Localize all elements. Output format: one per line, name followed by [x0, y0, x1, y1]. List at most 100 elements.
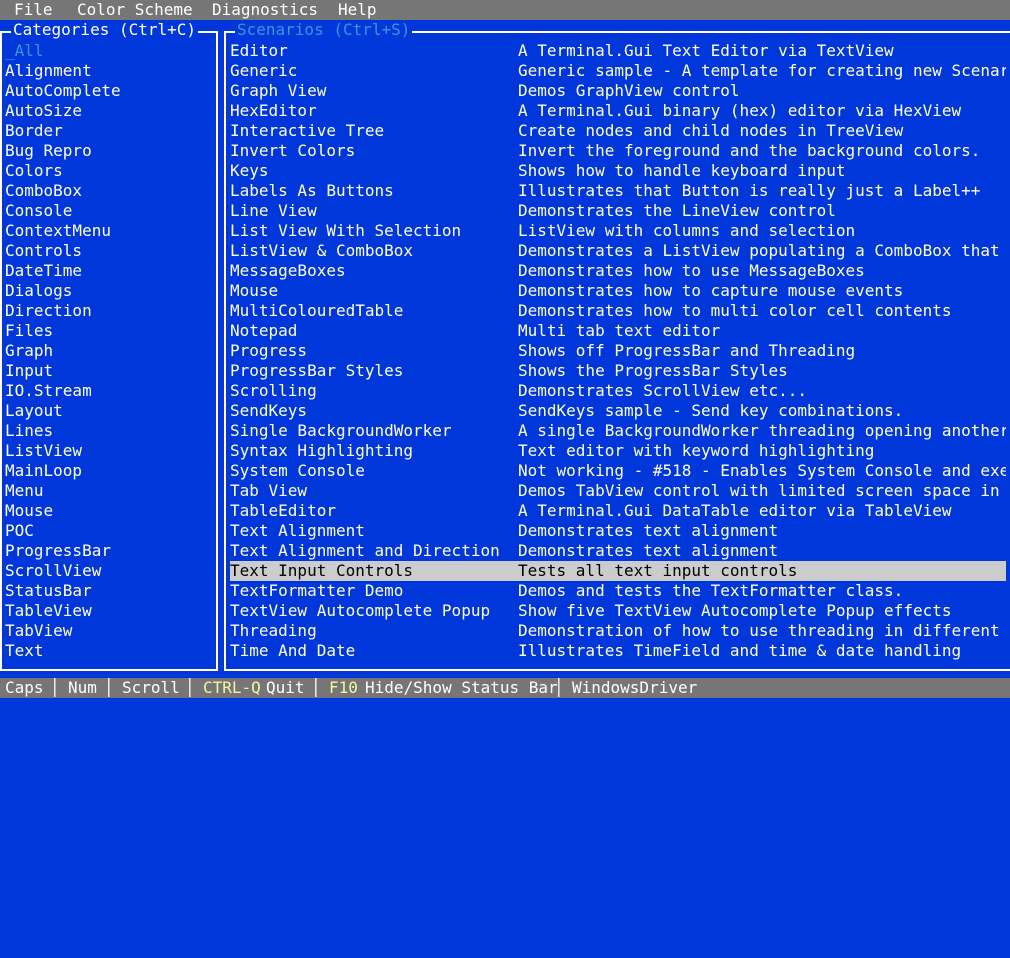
scenario-description: Demonstrates ScrollView etc...: [518, 381, 807, 400]
category-item[interactable]: Mouse: [5, 501, 121, 521]
f10-hotkey[interactable]: F10: [329, 678, 358, 698]
category-item[interactable]: Border: [5, 121, 121, 141]
category-item[interactable]: Bug Repro: [5, 141, 121, 161]
scenario-row[interactable]: Line View Demonstrates the LineView contr…: [230, 201, 1006, 221]
category-item[interactable]: ContextMenu: [5, 221, 121, 241]
category-item[interactable]: Menu: [5, 481, 121, 501]
scenario-row[interactable]: System Console Not working - #518 - Enabl…: [230, 461, 1006, 481]
scenario-row[interactable]: Mouse Demonstrates how to capture mouse e…: [230, 281, 1006, 301]
category-item[interactable]: Console: [5, 201, 121, 221]
category-item[interactable]: ProgressBar: [5, 541, 121, 561]
scenario-row[interactable]: Keys Shows how to handle keyboard input: [230, 161, 1006, 181]
scenario-row[interactable]: MessageBoxes Demonstrates how to use Mess…: [230, 261, 1006, 281]
scenario-row[interactable]: SendKeys SendKeys sample - Send key combi…: [230, 401, 1006, 421]
category-item[interactable]: DateTime: [5, 261, 121, 281]
category-item[interactable]: IO.Stream: [5, 381, 121, 401]
category-item[interactable]: Direction: [5, 301, 121, 321]
scenario-name: Mouse: [230, 281, 279, 300]
scenario-row[interactable]: Invert Colors Invert the foreground and t…: [230, 141, 1006, 161]
category-item[interactable]: Graph: [5, 341, 121, 361]
f10-label[interactable]: Hide/Show Status Bar: [365, 678, 558, 698]
scenario-description: A Terminal.Gui DataTable editor via Tabl…: [518, 501, 952, 520]
scenario-row[interactable]: Labels As Buttons Illustrates that Button…: [230, 181, 1006, 201]
menu-help[interactable]: Help: [338, 0, 377, 20]
category-item[interactable]: Alignment: [5, 61, 121, 81]
scenarios-list[interactable]: Editor A Terminal.Gui Text Editor via Tex…: [230, 41, 1006, 661]
category-item[interactable]: MainLoop: [5, 461, 121, 481]
category-item[interactable]: AutoSize: [5, 101, 121, 121]
scenario-row[interactable]: Text Alignment Demonstrates text alignmen…: [230, 521, 1006, 541]
category-item[interactable]: ListView: [5, 441, 121, 461]
scenario-row[interactable]: Text Alignment and Direction Demonstrates…: [230, 541, 1006, 561]
scenario-row[interactable]: Progress Shows off ProgressBar and Thread…: [230, 341, 1006, 361]
category-item[interactable]: TableView: [5, 601, 121, 621]
scenario-row[interactable]: Threading Demonstration of how to use thr…: [230, 621, 1006, 641]
category-item[interactable]: TabView: [5, 621, 121, 641]
status-caps: Caps: [5, 678, 44, 697]
category-item[interactable]: Layout: [5, 401, 121, 421]
scenario-name: Text Input Controls: [230, 561, 414, 580]
quit-label[interactable]: Quit: [266, 678, 305, 698]
scenario-name: Invert Colors: [230, 141, 356, 160]
scenario-name: Progress: [230, 341, 308, 360]
scenario-row[interactable]: TextFormatter Demo Demos and tests the Te…: [230, 581, 1006, 601]
scenario-description: Demonstrates text alignment: [518, 541, 779, 560]
status-separator: │: [311, 678, 321, 697]
category-item[interactable]: Input: [5, 361, 121, 381]
scenario-row[interactable]: Time And Date Illustrates TimeField and t…: [230, 641, 1006, 661]
scenario-row[interactable]: Interactive Tree Create nodes and child n…: [230, 121, 1006, 141]
scenario-name: Graph View: [230, 81, 327, 100]
scenario-row[interactable]: Text Input Controls Tests all text input …: [230, 561, 1006, 581]
scenario-row[interactable]: Generic Generic sample - A template for c…: [230, 61, 1006, 81]
scenario-description: A single BackgroundWorker threading open…: [518, 421, 1006, 440]
scenario-row[interactable]: Single BackgroundWorker A single Backgrou…: [230, 421, 1006, 441]
scenario-description: Demonstrates how to capture mouse events: [518, 281, 904, 300]
scenario-row[interactable]: MultiColouredTable Demonstrates how to mu…: [230, 301, 1006, 321]
scenario-description: Demonstrates text alignment: [518, 521, 779, 540]
menu-diagnostics[interactable]: Diagnostics: [212, 0, 318, 20]
status-separator: │: [104, 678, 114, 697]
status-bar: Caps │ Num │ Scroll │ CTRL-Q Quit │ F10 …: [0, 678, 1010, 698]
scenario-description: Demos and tests the TextFormatter class.: [518, 581, 904, 600]
category-item[interactable]: Colors: [5, 161, 121, 181]
scenario-name: Single BackgroundWorker: [230, 421, 452, 440]
category-item[interactable]: Files: [5, 321, 121, 341]
scenario-description: ListView with columns and selection: [518, 221, 856, 240]
scenario-row[interactable]: Tab View Demos TabView control with limit…: [230, 481, 1006, 501]
scenario-row[interactable]: Scrolling Demonstrates ScrollView etc...: [230, 381, 1006, 401]
scenario-row[interactable]: Graph View Demos GraphView control: [230, 81, 1006, 101]
scenario-description: Shows off ProgressBar and Threading: [518, 341, 856, 360]
status-num: Num: [68, 678, 97, 697]
scenario-row[interactable]: Notepad Multi tab text editor: [230, 321, 1006, 341]
category-item[interactable]: Lines: [5, 421, 121, 441]
category-item[interactable]: ScrollView: [5, 561, 121, 581]
menu-color-scheme[interactable]: Color Scheme: [77, 0, 193, 20]
categories-list[interactable]: _All Alignment AutoComplete AutoSize Border B…: [5, 41, 121, 661]
scenario-row[interactable]: HexEditor A Terminal.Gui binary (hex) edi…: [230, 101, 1006, 121]
category-item[interactable]: AutoComplete: [5, 81, 121, 101]
category-item[interactable]: POC: [5, 521, 121, 541]
category-item[interactable]: Dialogs: [5, 281, 121, 301]
scenario-row[interactable]: Syntax Highlighting Text editor with keyw…: [230, 441, 1006, 461]
scenario-description: A Terminal.Gui binary (hex) editor via H…: [518, 101, 962, 120]
category-item[interactable]: _All: [5, 41, 121, 61]
quit-hotkey[interactable]: CTRL-Q: [203, 678, 261, 698]
scenario-name: TextFormatter Demo: [230, 581, 404, 600]
scenario-row[interactable]: ListView & ComboBox Demonstrates a ListVi…: [230, 241, 1006, 261]
category-item[interactable]: Controls: [5, 241, 121, 261]
menu-file[interactable]: File: [14, 0, 53, 20]
scenario-name: List View With Selection: [230, 221, 462, 240]
scenario-name: Text Alignment: [230, 521, 365, 540]
scenario-row[interactable]: ProgressBar Styles Shows the ProgressBar …: [230, 361, 1006, 381]
scenario-row[interactable]: Editor A Terminal.Gui Text Editor via Tex…: [230, 41, 1006, 61]
scenario-name: TableEditor: [230, 501, 336, 520]
scenario-row[interactable]: List View With Selection ListView with co…: [230, 221, 1006, 241]
scenario-name: MultiColouredTable: [230, 301, 404, 320]
category-item[interactable]: ComboBox: [5, 181, 121, 201]
scenario-row[interactable]: TextView Autocomplete Popup Show five Tex…: [230, 601, 1006, 621]
scenario-name: TextView Autocomplete Popup: [230, 601, 491, 620]
scenario-row[interactable]: TableEditor A Terminal.Gui DataTable edit…: [230, 501, 1006, 521]
category-item[interactable]: StatusBar: [5, 581, 121, 601]
category-item[interactable]: Text: [5, 641, 121, 661]
scenario-description: Generic sample - A template for creating…: [518, 61, 1006, 80]
